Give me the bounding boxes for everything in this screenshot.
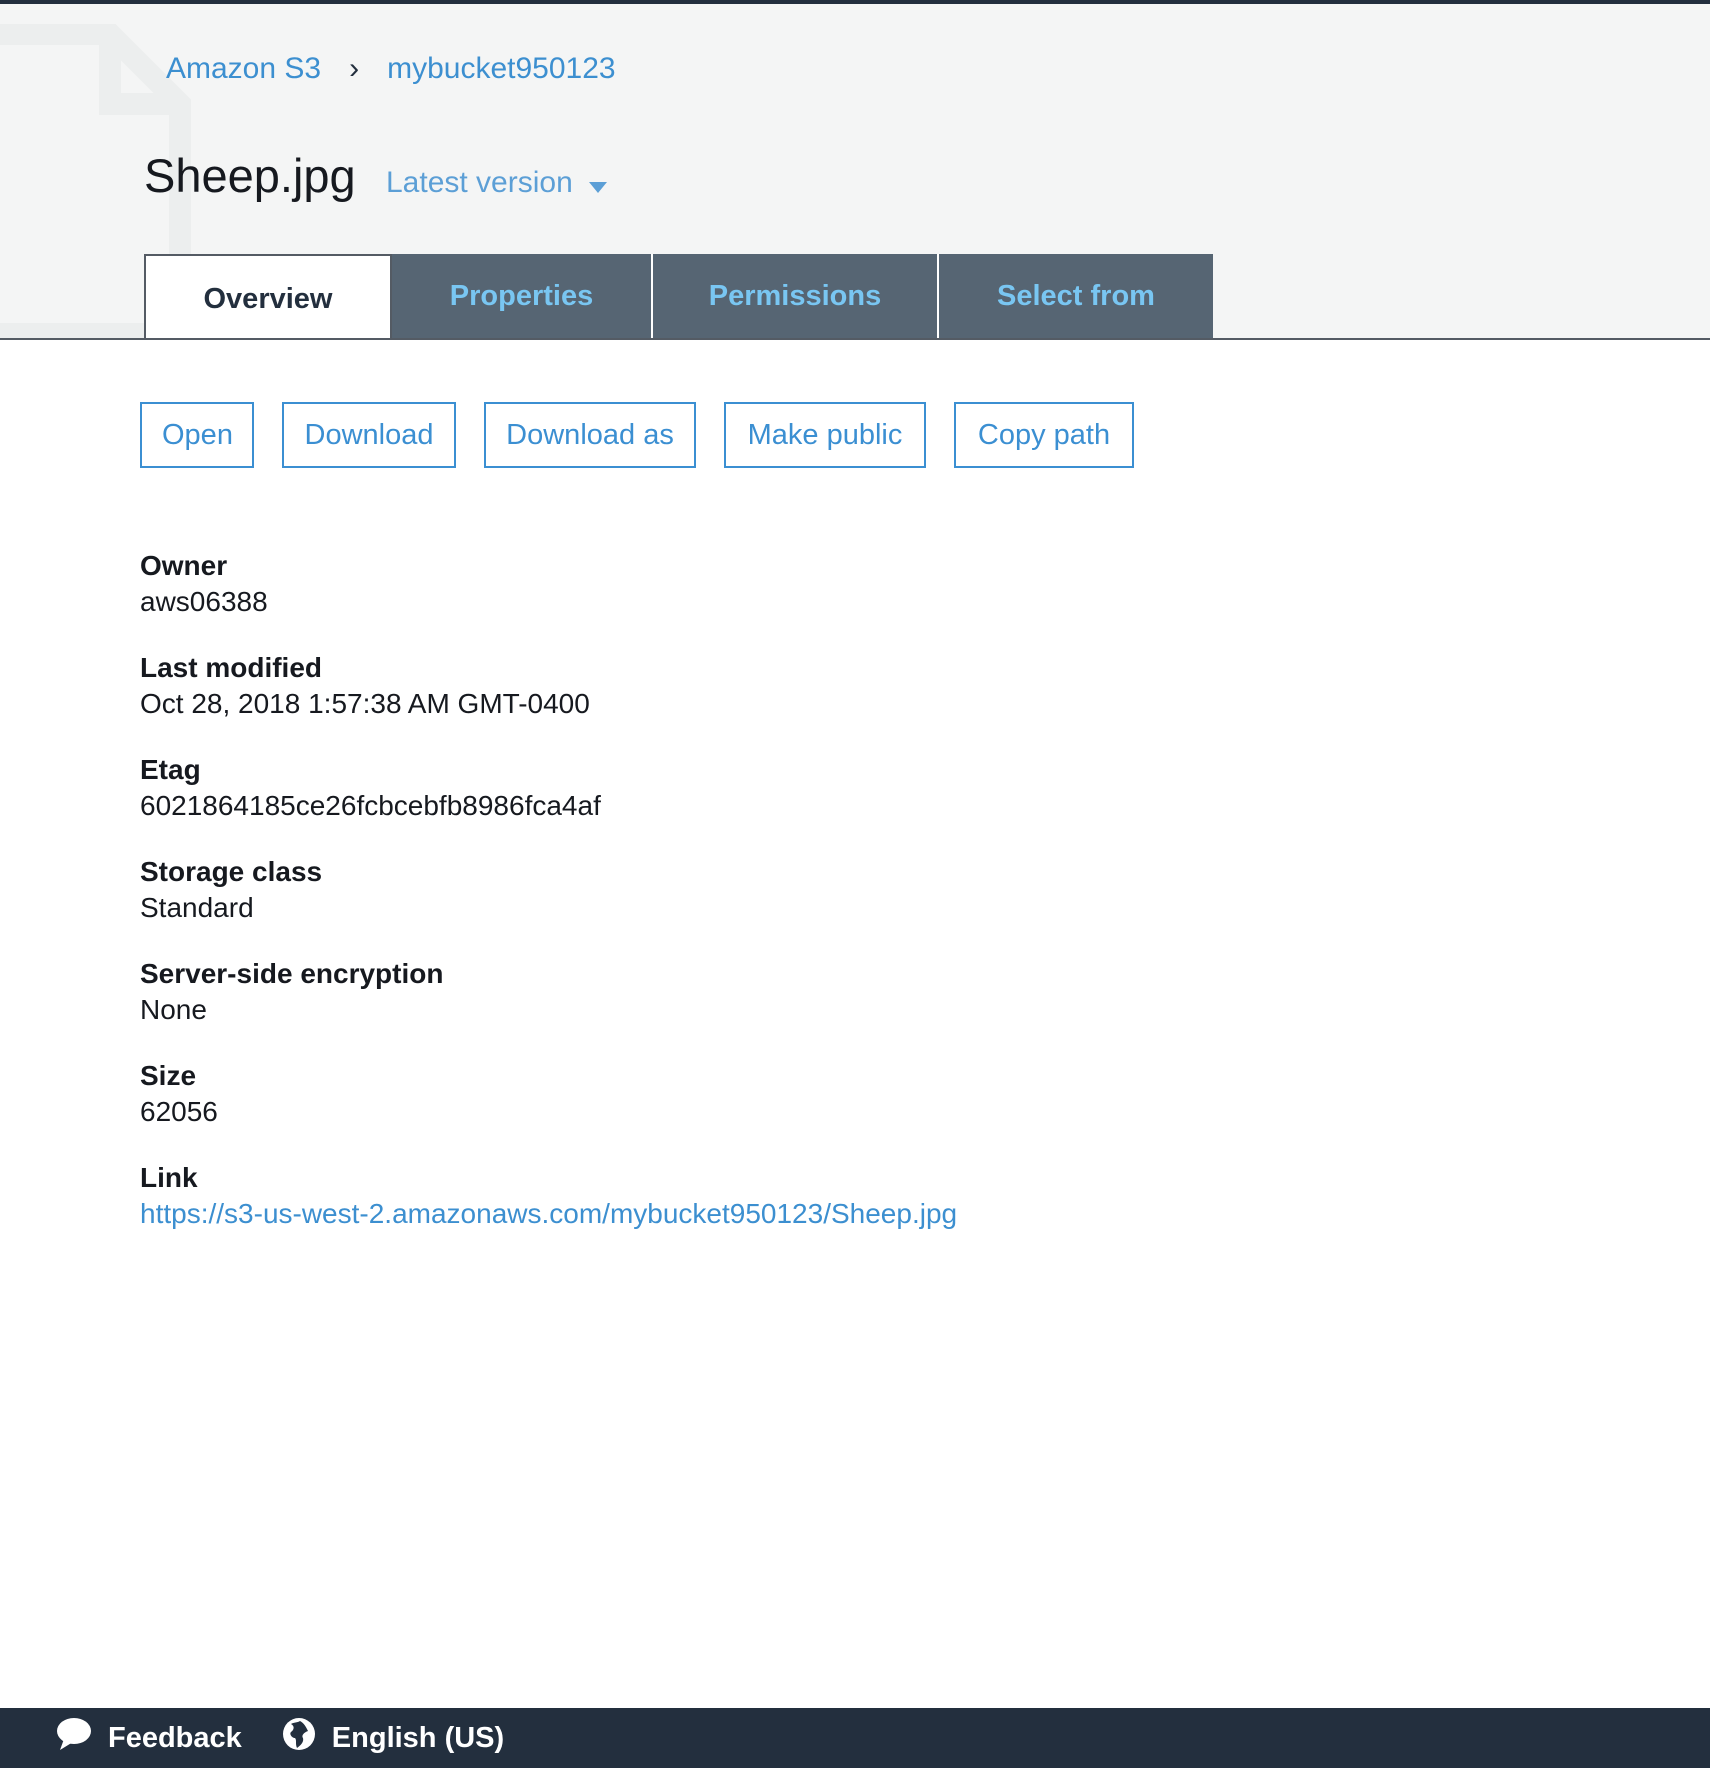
breadcrumb: Amazon S3 › mybucket950123 xyxy=(166,52,616,86)
etag-label: Etag xyxy=(140,754,201,785)
object-title: Sheep.jpg xyxy=(144,149,356,202)
feedback-button[interactable]: Feedback xyxy=(56,1717,242,1759)
object-details: Owner aws06388 Last modified Oct 28, 201… xyxy=(140,548,957,1262)
owner-label: Owner xyxy=(140,550,228,581)
download-button[interactable]: Download xyxy=(282,402,456,468)
tab-properties[interactable]: Properties xyxy=(392,254,653,338)
detail-last-modified: Last modified Oct 28, 2018 1:57:38 AM GM… xyxy=(140,650,957,752)
object-header: Amazon S3 › mybucket950123 Sheep.jpg Lat… xyxy=(0,4,1710,340)
tab-permissions[interactable]: Permissions xyxy=(653,254,939,338)
size-value: 62056 xyxy=(140,1096,218,1127)
make-public-button[interactable]: Make public xyxy=(724,402,926,468)
open-button[interactable]: Open xyxy=(140,402,254,468)
globe-icon xyxy=(282,1717,332,1759)
version-selector[interactable]: Latest version xyxy=(386,164,607,202)
console-footer: Feedback English (US) xyxy=(0,1708,1710,1768)
copy-path-button[interactable]: Copy path xyxy=(954,402,1134,468)
tab-overview[interactable]: Overview xyxy=(144,254,392,338)
encryption-value: None xyxy=(140,994,207,1025)
action-toolbar: Open Download Download as Make public Co… xyxy=(140,402,1134,468)
language-selector[interactable]: English (US) xyxy=(282,1717,504,1759)
tab-bar: Overview Properties Permissions Select f… xyxy=(144,254,1213,338)
speech-bubble-icon xyxy=(56,1717,108,1759)
detail-encryption: Server-side encryption None xyxy=(140,956,957,1058)
object-url-link[interactable]: https://s3-us-west-2.amazonaws.com/mybuc… xyxy=(140,1196,957,1232)
detail-etag: Etag 6021864185ce26fcbcebfb8986fca4af xyxy=(140,752,957,854)
tab-select-from[interactable]: Select from xyxy=(939,254,1213,338)
detail-storage-class: Storage class Standard xyxy=(140,854,957,956)
last-modified-value: Oct 28, 2018 1:57:38 AM GMT-0400 xyxy=(140,688,590,719)
breadcrumb-separator: › xyxy=(349,52,360,85)
storage-class-value: Standard xyxy=(140,892,254,923)
feedback-label: Feedback xyxy=(108,1721,242,1754)
caret-down-icon xyxy=(588,168,607,202)
breadcrumb-amazon-s3-link[interactable]: Amazon S3 xyxy=(166,52,321,86)
language-label: English (US) xyxy=(331,1721,505,1754)
detail-link: Link https://s3-us-west-2.amazonaws.com/… xyxy=(140,1160,957,1262)
owner-value: aws06388 xyxy=(140,586,268,617)
last-modified-label: Last modified xyxy=(140,652,323,683)
download-as-button[interactable]: Download as xyxy=(484,402,696,468)
encryption-label: Server-side encryption xyxy=(140,958,444,989)
version-selector-label: Latest version xyxy=(386,166,573,199)
storage-class-label: Storage class xyxy=(140,856,323,887)
etag-value: 6021864185ce26fcbcebfb8986fca4af xyxy=(140,790,601,821)
breadcrumb-bucket-link[interactable]: mybucket950123 xyxy=(387,52,616,86)
detail-owner: Owner aws06388 xyxy=(140,548,957,650)
detail-size: Size 62056 xyxy=(140,1058,957,1160)
link-label: Link xyxy=(140,1162,198,1193)
size-label: Size xyxy=(140,1060,197,1091)
